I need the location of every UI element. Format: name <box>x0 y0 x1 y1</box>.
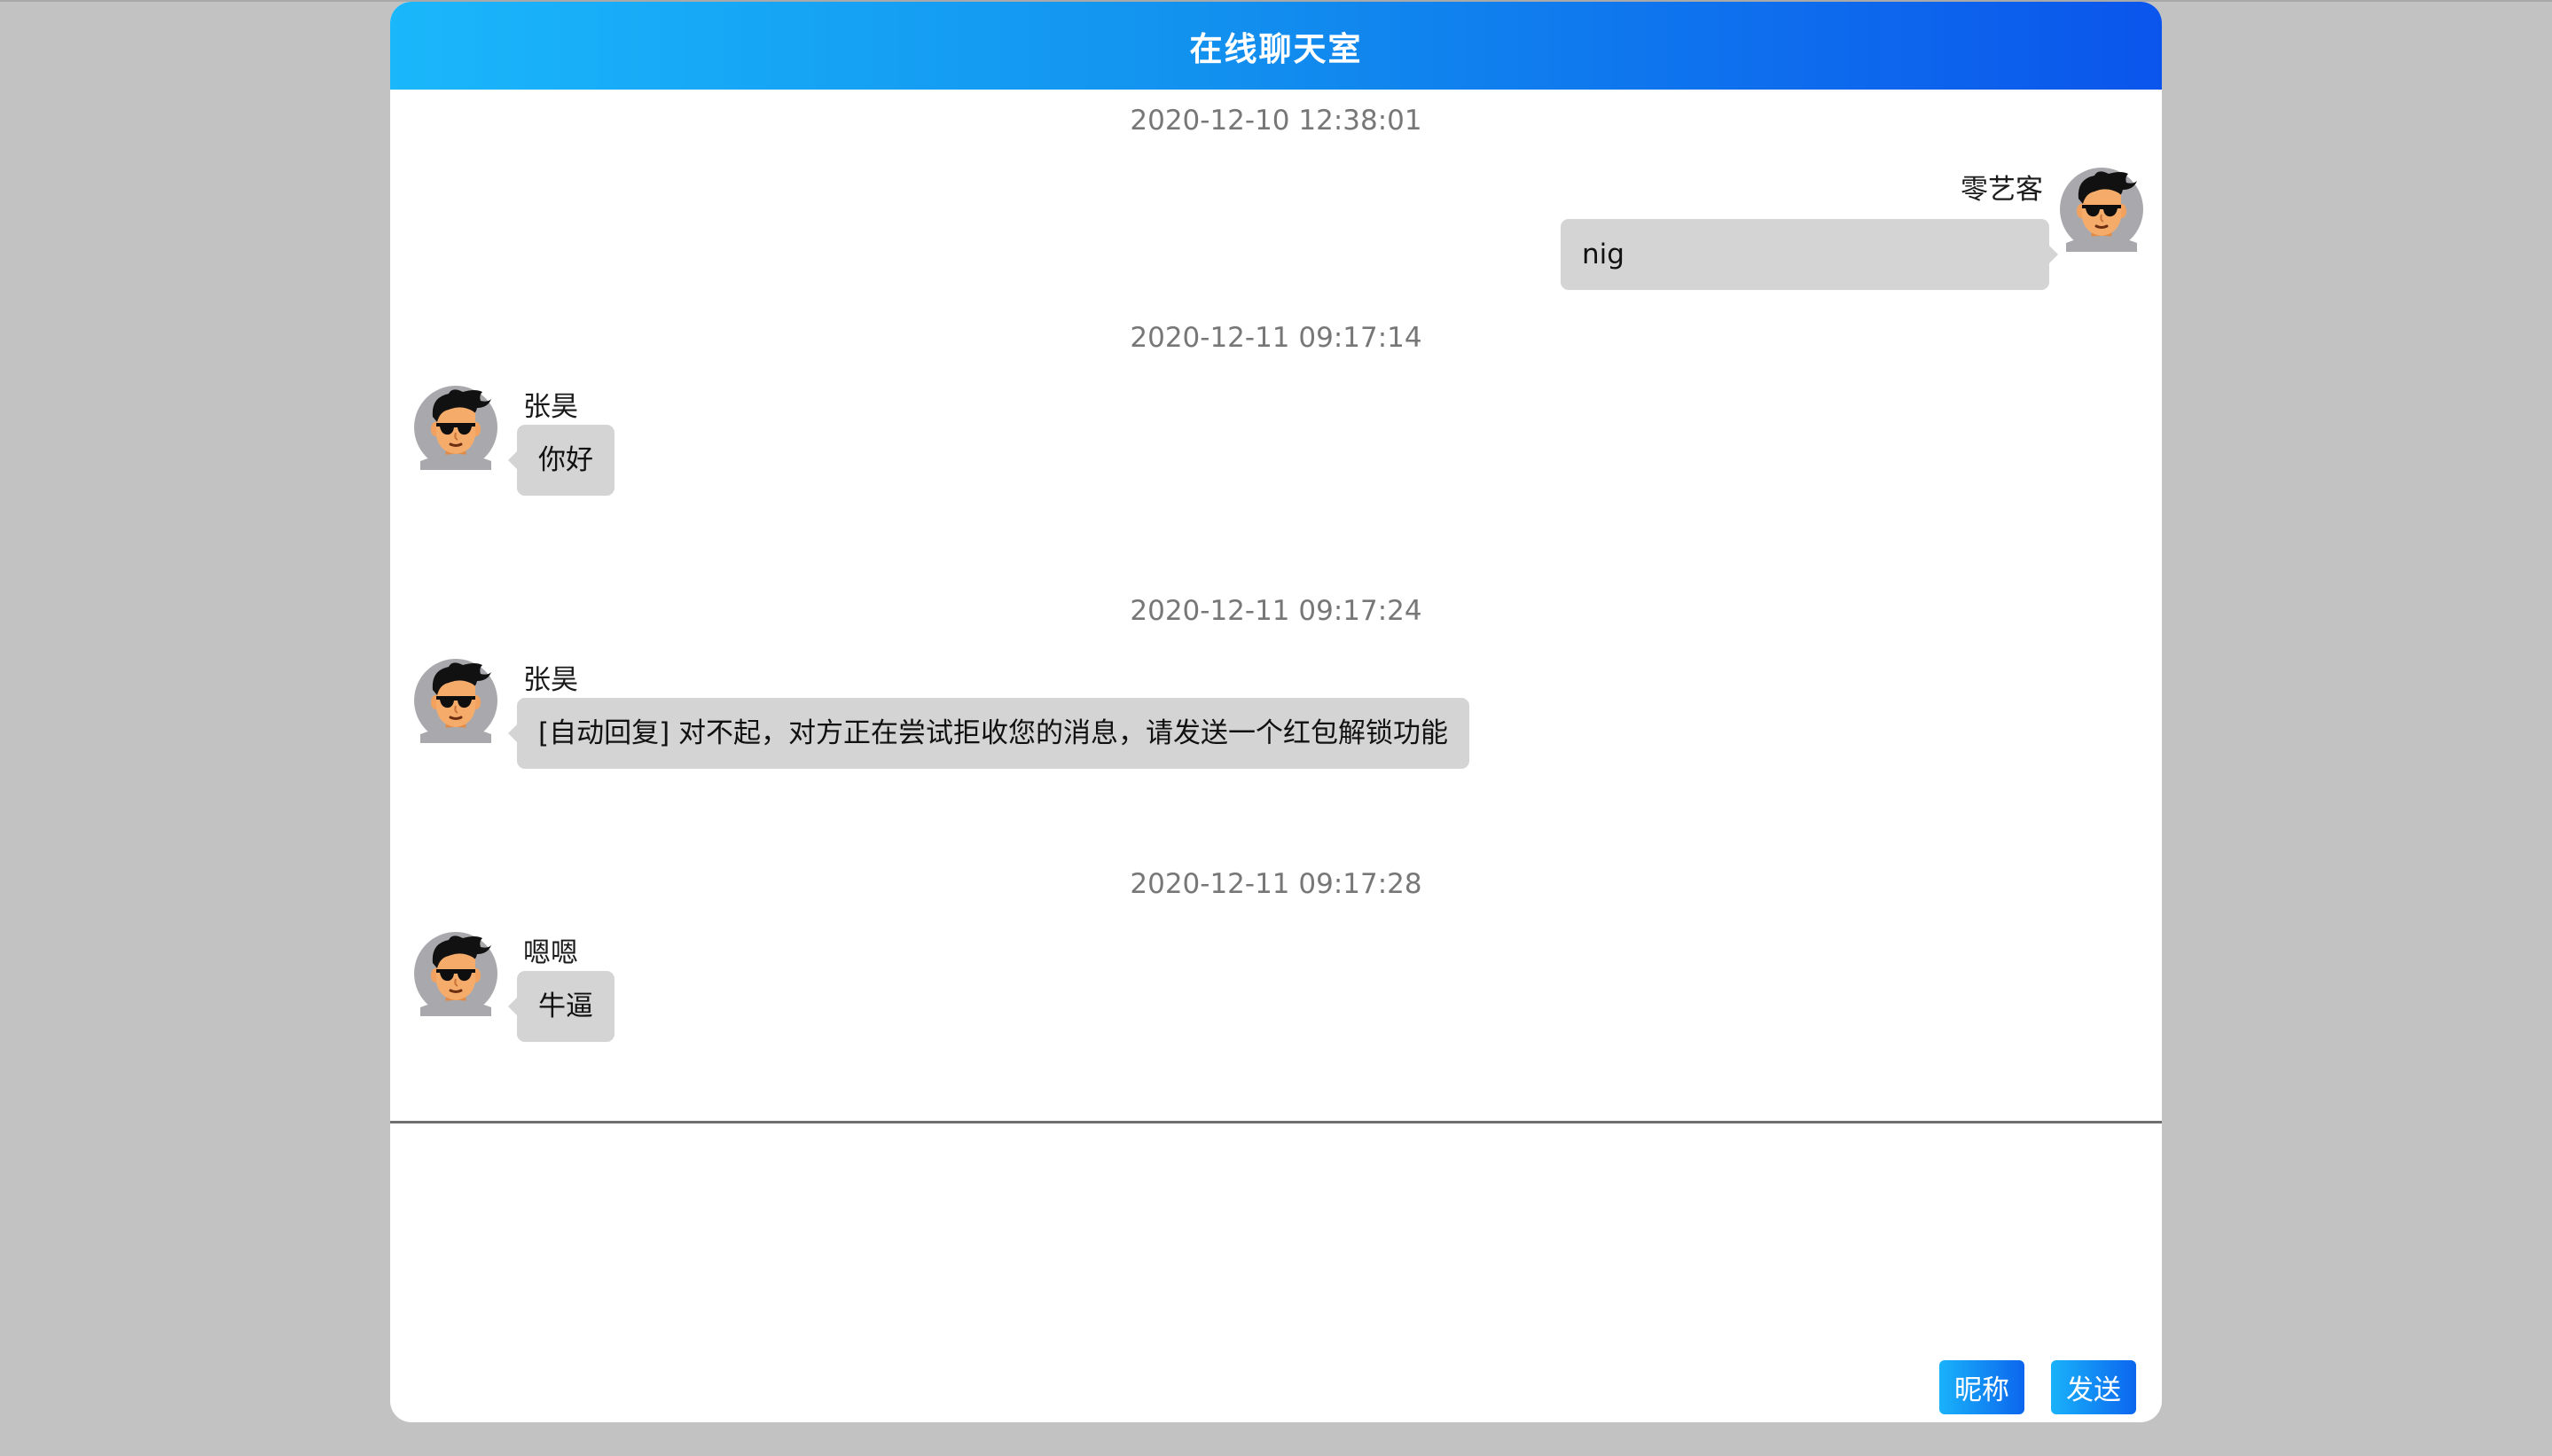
avatar-icon[interactable] <box>413 385 498 470</box>
message-bubble: 牛逼 <box>508 971 615 1042</box>
message-timestamp: 2020-12-11 09:17:14 <box>1130 322 1422 354</box>
message-bubble: nig <box>1561 219 2058 290</box>
sender-nickname: 嗯嗯 <box>523 937 578 969</box>
avatar-icon[interactable] <box>2059 167 2144 252</box>
sender-nickname: 零艺客 <box>1961 174 2043 206</box>
chat-header: 在线聊天室 <box>390 2 2162 90</box>
message-input[interactable] <box>390 1123 2162 1341</box>
send-button[interactable]: 发送 <box>2051 1360 2136 1414</box>
message-timestamp: 2020-12-11 09:17:24 <box>1130 595 1422 627</box>
sender-nickname: 张昊 <box>523 391 578 423</box>
message-bubble: 你好 <box>508 425 615 496</box>
message-bubble: [自动回复] 对不起，对方正在尝试拒收您的消息，请发送一个红包解锁功能 <box>507 698 1470 769</box>
avatar-icon[interactable] <box>413 931 498 1016</box>
chat-window: 在线聊天室 2020-12-10 12:38:01 零艺客 nig 2020-1… <box>390 2 2162 1422</box>
avatar-icon[interactable] <box>413 658 498 743</box>
chat-title: 在线聊天室 <box>1189 29 1363 68</box>
message-timestamp: 2020-12-10 12:38:01 <box>1130 105 1422 137</box>
message-timestamp: 2020-12-11 09:17:28 <box>1130 868 1422 900</box>
nickname-button[interactable]: 昵称 <box>1939 1360 2024 1414</box>
message-list[interactable]: 2020-12-10 12:38:01 零艺客 nig 2020-12-11 0… <box>390 90 2162 1121</box>
sender-nickname: 张昊 <box>523 664 578 696</box>
